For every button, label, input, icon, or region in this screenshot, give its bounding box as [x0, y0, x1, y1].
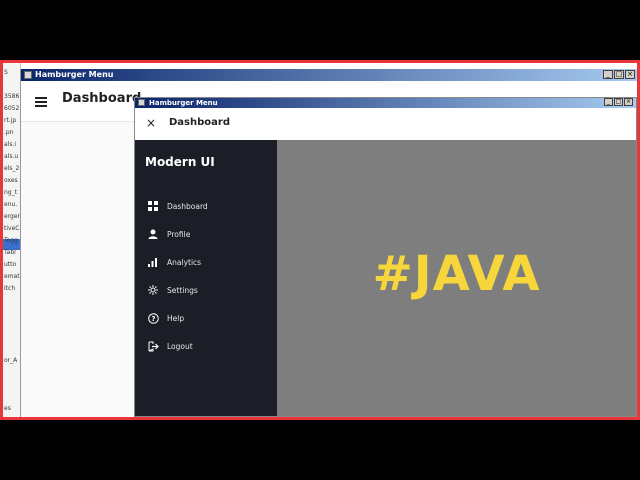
main-content: #JAVA — [277, 140, 636, 416]
editor-file-entry[interactable]: enu. — [4, 201, 17, 208]
sidebar-item-help[interactable]: ? Help — [135, 304, 277, 332]
editor-file-entry[interactable]: emati — [4, 273, 20, 280]
editor-file-entry[interactable]: rt.jp — [4, 117, 16, 124]
gear-icon — [147, 284, 159, 296]
sidebar-item-dashboard[interactable]: Dashboard — [135, 192, 277, 220]
sidebar-menu: Dashboard Profile Analytics Settings ? H… — [135, 192, 277, 360]
minimize-button[interactable]: _ — [604, 98, 613, 106]
sidebar-item-settings[interactable]: Settings — [135, 276, 277, 304]
sidebar-item-profile[interactable]: Profile — [135, 220, 277, 248]
editor-file-entry[interactable]: itch — [4, 285, 15, 292]
app-icon — [24, 71, 32, 79]
hamburger-menu-icon[interactable] — [35, 97, 47, 107]
hero-text: #JAVA — [372, 246, 541, 302]
svg-text:?: ? — [151, 315, 155, 323]
editor-file-entry[interactable]: or_A — [4, 357, 17, 364]
minimize-button[interactable]: _ — [603, 70, 613, 79]
editor-file-entry[interactable]: ergerf — [4, 213, 20, 220]
sidebar-item-logout[interactable]: Logout — [135, 332, 277, 360]
editor-file-entry[interactable]: es — [4, 405, 11, 412]
editor-file-entry[interactable]: als.u — [4, 153, 18, 160]
desktop-area: S 3586 6052 rt.jp .pn als.i als.u els_2oxes ng_t… — [3, 63, 637, 417]
front-window-header: × Dashboard — [135, 108, 636, 140]
editor-file-entry[interactable]: utto — [4, 261, 16, 268]
editor-file-entry[interactable]: els_2 — [4, 165, 19, 172]
close-button[interactable]: × — [625, 70, 635, 79]
editor-file-entry[interactable]: .pn — [4, 129, 14, 136]
editor-file-entry[interactable]: 6052 — [4, 105, 19, 112]
user-icon — [147, 228, 159, 240]
close-button[interactable]: × — [624, 98, 633, 106]
back-page-title: Dashboard — [62, 91, 142, 106]
sidebar-item-label: Settings — [167, 285, 198, 295]
logout-icon — [147, 340, 159, 352]
sidebar-item-label: Dashboard — [167, 201, 208, 211]
close-menu-icon[interactable]: × — [146, 116, 156, 130]
editor-file-entry[interactable]: als.i — [4, 141, 16, 148]
help-circle-icon: ? — [147, 312, 159, 324]
sidebar-item-analytics[interactable]: Analytics — [135, 248, 277, 276]
screenshot-frame: S 3586 6052 rt.jp .pn als.i als.u els_2oxes ng_t… — [0, 60, 640, 420]
editor-file-entry[interactable]: ng_t — [4, 189, 17, 196]
app-icon — [138, 99, 145, 106]
editor-file-entry[interactable]: S — [4, 69, 8, 76]
editor-file-entry[interactable]: tiveC — [4, 225, 19, 232]
dashboard-grid-icon — [147, 200, 159, 212]
front-window-title: Hamburger Menu — [149, 99, 218, 107]
back-window-title: Hamburger Menu — [35, 70, 114, 79]
sidebar-brand: Modern UI — [145, 155, 215, 169]
editor-file-entry[interactable]: oxes — [4, 177, 18, 184]
editor-file-entry[interactable]: Togg — [4, 237, 18, 244]
editor-file-entry[interactable]: Tabl — [4, 249, 16, 256]
back-window-titlebar[interactable]: Hamburger Menu _ □ × — [21, 69, 637, 81]
editor-file-entry[interactable]: 3586 — [4, 93, 19, 100]
bar-chart-icon — [147, 256, 159, 268]
maximize-button[interactable]: □ — [614, 98, 623, 106]
sidebar-item-label: Logout — [167, 341, 193, 351]
page-title: Dashboard — [169, 117, 230, 128]
sidebar-item-label: Analytics — [167, 257, 202, 267]
sidebar-item-label: Profile — [167, 229, 191, 239]
sidebar: Modern UI Dashboard Profile Analytics Se… — [135, 140, 277, 416]
editor-file-list: S 3586 6052 rt.jp .pn als.i als.u els_2oxes ng_t… — [3, 63, 21, 417]
front-window-titlebar[interactable]: Hamburger Menu _ □ × — [135, 98, 636, 108]
sidebar-item-label: Help — [167, 313, 185, 323]
maximize-button[interactable]: □ — [614, 70, 624, 79]
front-window: Hamburger Menu _ □ × × Dashboard Modern … — [134, 97, 637, 417]
